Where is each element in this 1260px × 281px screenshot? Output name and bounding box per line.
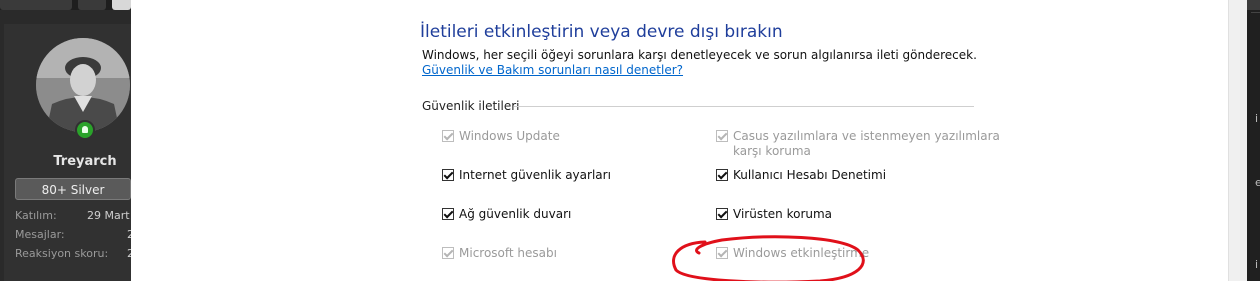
group-label: Güvenlik iletileri (422, 99, 520, 113)
group-divider (514, 106, 974, 107)
description-text: Windows, her seçili öğeyi sorunlara karş… (422, 48, 977, 62)
checkbox[interactable] (442, 169, 454, 181)
option-label: Internet güvenlik ayarları (459, 168, 611, 182)
stat-label: Katılım: (15, 209, 57, 222)
checkbox[interactable] (442, 130, 454, 142)
forum-profile-panel: Treyarch 80+ Silver Katılım: 29 Mart Mes… (0, 0, 134, 281)
user-rank-badge: 80+ Silver (15, 178, 131, 200)
stat-messages: Mesajlar: 2 (15, 228, 134, 241)
avatar[interactable] (36, 38, 130, 132)
checkbox[interactable] (716, 130, 728, 142)
security-maintenance-settings-window: İletileri etkinleştirin veya devre dışı … (131, 0, 1247, 281)
right-separator (1251, 12, 1260, 13)
page-title: İletileri etkinleştirin veya devre dışı … (420, 22, 783, 42)
checkbox[interactable] (716, 169, 728, 181)
option-virus-protection[interactable]: Virüsten koruma (716, 207, 1006, 222)
option-microsoft-account[interactable]: Microsoft hesabı (442, 246, 672, 261)
option-user-account-control[interactable]: Kullanıcı Hesabı Denetimi (716, 168, 1006, 183)
option-network-firewall[interactable]: Ağ güvenlik duvarı (442, 207, 672, 222)
page-description: Windows, her seçili öğeyi sorunlara karş… (422, 48, 982, 78)
checkbox[interactable] (716, 247, 728, 259)
forum-nav-button[interactable] (0, 0, 72, 10)
option-label: Windows Update (459, 129, 560, 143)
option-label: Casus yazılımlara ve istenmeyen yazılıml… (733, 129, 1000, 158)
option-label: Windows etkinleştirme (733, 246, 870, 260)
online-status-icon (75, 120, 95, 140)
option-label: Virüsten koruma (733, 207, 833, 221)
username[interactable]: Treyarch (40, 154, 130, 169)
right-header-strip (1247, 0, 1260, 10)
option-label: Ağ güvenlik duvarı (459, 207, 572, 221)
forum-nav-button[interactable] (78, 0, 106, 10)
option-windows-activation[interactable]: Windows etkinleştirme (716, 246, 1006, 261)
option-internet-security-settings[interactable]: Internet güvenlik ayarları (442, 168, 672, 183)
option-spyware-protection[interactable]: Casus yazılımlara ve istenmeyen yazılıml… (716, 129, 1006, 159)
checkbox[interactable] (442, 247, 454, 259)
option-windows-update[interactable]: Windows Update (442, 129, 672, 144)
option-label: Microsoft hesabı (459, 246, 557, 260)
checkbox[interactable] (716, 208, 728, 220)
forum-nav-button[interactable] (112, 0, 131, 10)
stat-reaction-score: Reaksiyon skoru: 2 (15, 247, 134, 260)
option-label: Kullanıcı Hesabı Denetimi (733, 168, 887, 182)
stat-joined: Katılım: 29 Mart (15, 209, 131, 222)
stat-label: Reaksiyon skoru: (15, 247, 109, 260)
right-text: e (1255, 176, 1260, 189)
window-scrollbar[interactable] (1228, 0, 1247, 281)
stat-value: 29 Mart (87, 209, 130, 222)
avatar-photo (36, 38, 130, 132)
checkbox[interactable] (442, 208, 454, 220)
help-link[interactable]: Güvenlik ve Bakım sorunları nasıl denetl… (422, 63, 683, 77)
right-background-window: i e i (1247, 0, 1260, 281)
stat-label: Mesajlar: (15, 228, 65, 241)
right-text: i (1255, 112, 1259, 125)
right-text: i (1255, 258, 1259, 271)
